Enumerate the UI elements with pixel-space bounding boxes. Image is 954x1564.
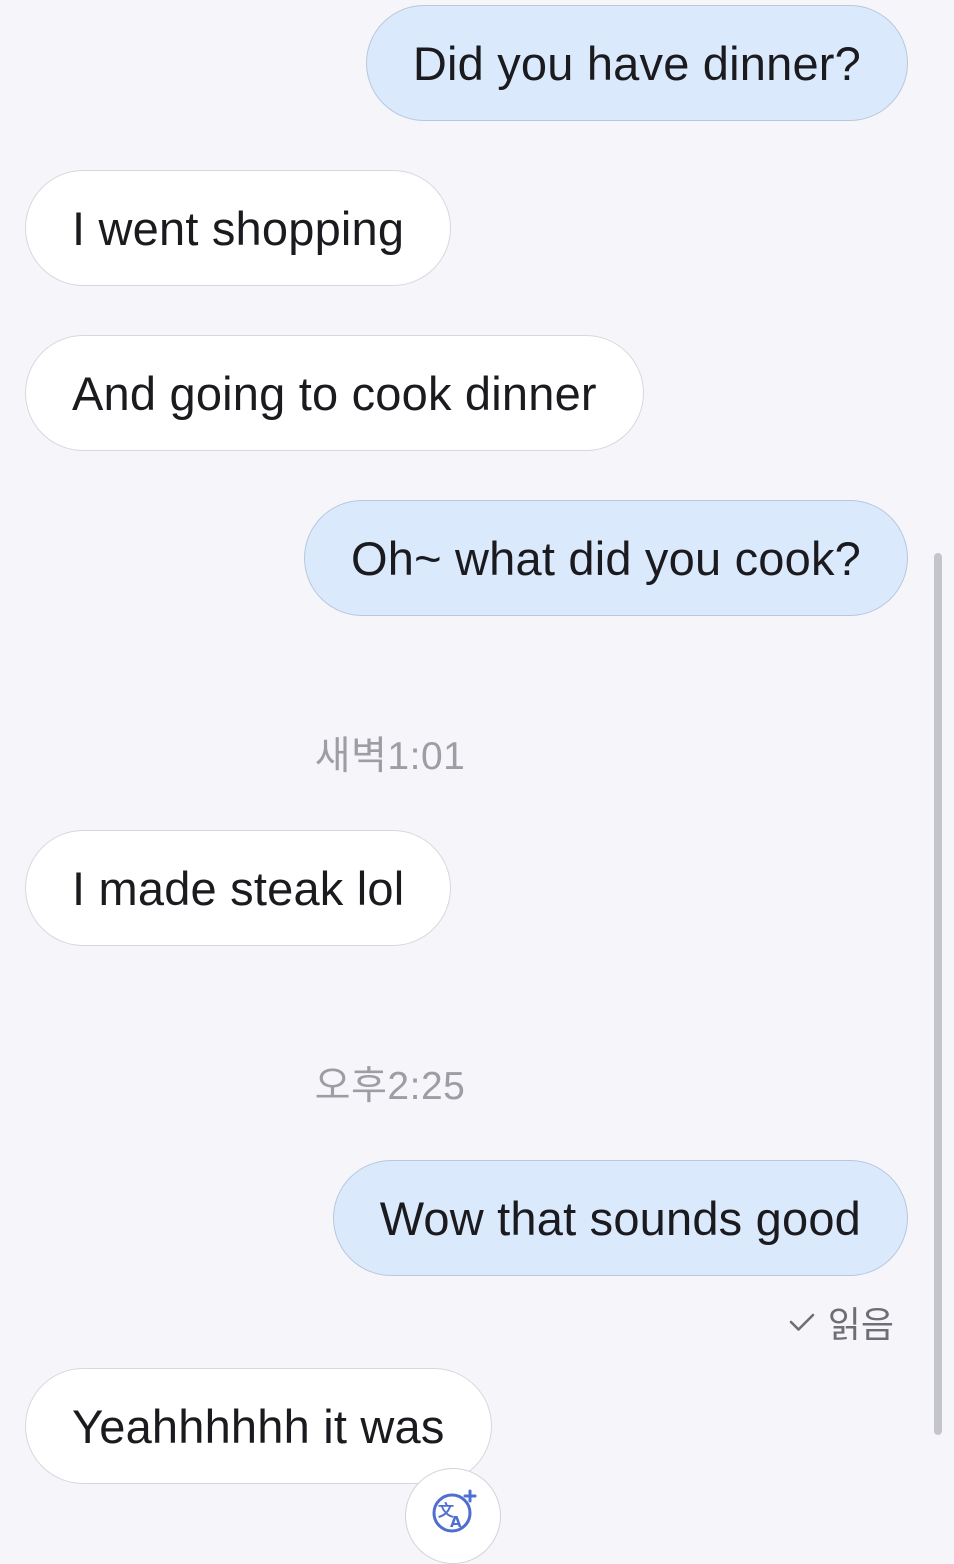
chat-thread[interactable]: Did you have dinner? I went shopping And… [0, 0, 954, 1564]
message-bubble-sent[interactable]: Oh~ what did you cook? [304, 500, 908, 616]
message-bubble-received[interactable]: And going to cook dinner [25, 335, 644, 451]
message-bubble-received[interactable]: Yeahhhhhh it was [25, 1368, 492, 1484]
message-bubble-sent[interactable]: Did you have dinner? [365, 5, 908, 121]
read-receipt-label: 읽음 [827, 1304, 894, 1345]
translate-icon: 文 A [432, 1489, 477, 1533]
checkmark-icon [789, 1313, 815, 1331]
message-timestamp: 오후2:25 [314, 1065, 466, 1108]
message-bubble-received[interactable]: I went shopping [25, 170, 452, 286]
message-bubble-received[interactable]: I made steak lol [25, 830, 452, 946]
svg-text:A: A [450, 1513, 462, 1531]
message-bubble-sent[interactable]: Wow that sounds good [332, 1160, 908, 1276]
scrollbar[interactable] [934, 553, 942, 1435]
message-timestamp: 새벽1:01 [314, 735, 466, 778]
read-receipt: 읽음 [788, 1298, 894, 1346]
translate-button[interactable]: 文 A [405, 1468, 501, 1564]
